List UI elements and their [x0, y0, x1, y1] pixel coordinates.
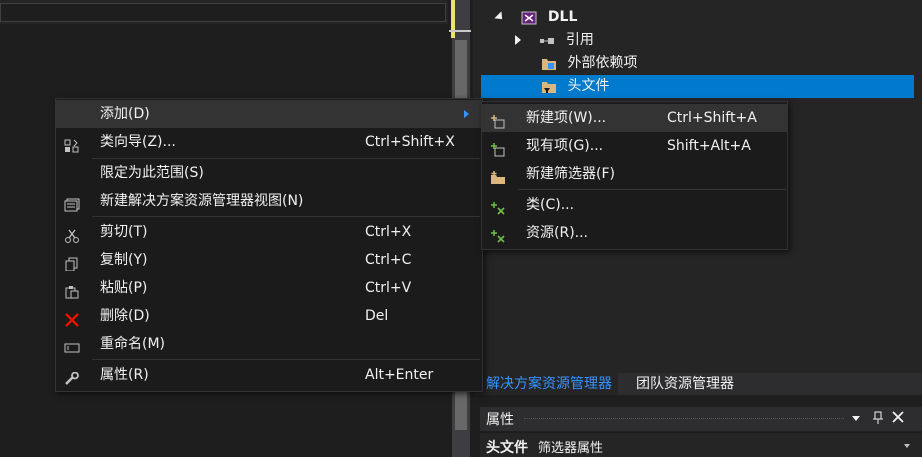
menu-item-shortcut: Del: [365, 308, 389, 324]
submenu-item-class[interactable]: 类(C)...: [482, 191, 787, 219]
menu-item-label: 粘贴(P): [100, 280, 148, 296]
scissors-icon: [64, 225, 80, 243]
menu-item-shortcut: Shift+Alt+A: [667, 138, 751, 154]
filter-folder-icon: [541, 79, 557, 93]
menu-item-label: 类向导(Z)...: [100, 134, 176, 150]
tab-team-explorer[interactable]: 团队资源管理器: [630, 373, 740, 395]
menu-item-copy[interactable]: 复制(Y) Ctrl+C: [56, 246, 482, 274]
menu-item-shortcut: Ctrl+V: [365, 280, 412, 296]
menu-item-label: 重命名(M): [100, 336, 166, 352]
menu-item-shortcut: Ctrl+C: [365, 252, 412, 268]
new-filter-icon: [490, 167, 506, 184]
menu-item-shortcut: Alt+Enter: [365, 367, 434, 383]
context-menu: 添加(D) 类向导(Z)... Ctrl+Shift+X 限定为此范围(S) 新…: [55, 98, 483, 392]
submenu-item-existing-item[interactable]: 现有项(G)... Shift+Alt+A: [482, 132, 787, 160]
caret-marker: [449, 30, 471, 32]
project-icon: [521, 10, 537, 25]
submenu-item-new-item[interactable]: 新建项(W)... Ctrl+Shift+A: [482, 104, 787, 132]
add-class-icon: [490, 198, 506, 215]
pin-icon[interactable]: [872, 411, 884, 429]
menu-item-label: 现有项(G)...: [526, 138, 604, 154]
menu-item-label: 新建筛选器(F): [526, 166, 615, 182]
submenu-item-new-filter[interactable]: 新建筛选器(F): [482, 160, 787, 188]
paste-icon: [64, 281, 80, 299]
menu-item-label: 新建项(W)...: [526, 110, 607, 126]
tree-top-row-clipped: [495, 0, 509, 2]
menu-separator: [92, 216, 480, 217]
tree-item-label: 引用: [565, 32, 594, 48]
tree-item-external-deps[interactable]: 外部依赖项: [541, 52, 637, 75]
change-marker: [451, 0, 455, 38]
add-submenu: 新建项(W)... Ctrl+Shift+A 现有项(G)... Shift+A…: [481, 101, 788, 250]
properties-header: 属性: [480, 407, 922, 431]
menu-separator: [518, 189, 786, 190]
tree-item-label: 头文件: [567, 78, 610, 94]
new-item-icon: [490, 111, 506, 129]
panel-tab-bar: 解决方案资源管理器 团队资源管理器: [480, 373, 922, 395]
tree-item-references[interactable]: 引用: [515, 29, 594, 52]
new-view-icon: [64, 194, 80, 212]
menu-item-paste[interactable]: 粘贴(P) Ctrl+V: [56, 274, 482, 302]
properties-subject-type: 筛选器属性: [538, 441, 604, 456]
copy-icon: [64, 253, 80, 272]
menu-item-shortcut: Ctrl+Shift+X: [365, 134, 455, 150]
add-resource-icon: [490, 226, 506, 243]
menu-item-label: 类(C)...: [526, 197, 575, 213]
menu-item-cut[interactable]: 剪切(T) Ctrl+X: [56, 218, 482, 246]
properties-subject: 头文件: [486, 440, 528, 456]
references-icon: [539, 33, 555, 47]
tree-item-header-files[interactable]: 头文件: [481, 75, 914, 98]
menu-item-scope-to-this[interactable]: 限定为此范围(S): [56, 159, 482, 187]
menu-item-shortcut: Ctrl+Shift+A: [667, 110, 757, 126]
menu-item-label: 资源(R)...: [526, 225, 589, 241]
menu-item-add[interactable]: 添加(D): [56, 100, 482, 128]
close-icon[interactable]: [892, 411, 904, 427]
menu-item-properties[interactable]: 属性(R) Alt+Enter: [56, 361, 482, 389]
tree-item-label: 外部依赖项: [567, 55, 638, 71]
delete-icon: [64, 309, 80, 327]
submenu-item-resource[interactable]: 资源(R)...: [482, 219, 787, 247]
menu-item-delete[interactable]: 删除(D) Del: [56, 302, 482, 330]
project-name: DLL: [547, 9, 578, 25]
folder-icon: [541, 56, 557, 70]
submenu-arrow-icon: [464, 110, 469, 118]
menu-separator: [92, 359, 480, 360]
existing-item-icon: [490, 139, 506, 157]
menu-item-label: 复制(Y): [100, 252, 148, 268]
properties-title: 属性: [486, 412, 514, 428]
menu-item-label: 剪切(T): [100, 224, 148, 240]
expanded-triangle-icon: [494, 11, 506, 23]
class-wizard-icon: [64, 135, 80, 153]
rename-icon: [64, 337, 80, 353]
menu-item-label: 添加(D): [100, 106, 150, 122]
properties-object-selector[interactable]: 头文件 筛选器属性: [480, 433, 922, 457]
menu-item-label: 限定为此范围(S): [100, 165, 204, 181]
menu-item-new-explorer-view[interactable]: 新建解决方案资源管理器视图(N): [56, 187, 482, 215]
menu-item-label: 属性(R): [100, 367, 149, 383]
tab-solution-explorer[interactable]: 解决方案资源管理器: [480, 373, 618, 395]
menu-item-shortcut: Ctrl+X: [365, 224, 412, 240]
collapsed-triangle-icon: [515, 35, 521, 45]
menu-item-rename[interactable]: 重命名(M): [56, 330, 482, 358]
dropdown-arrow-icon[interactable]: [904, 444, 910, 448]
wrench-icon: [64, 368, 80, 385]
tree-item-project[interactable]: DLL: [494, 6, 578, 29]
editor-navigation-dropdown[interactable]: [0, 3, 446, 22]
menu-item-label: 删除(D): [100, 308, 150, 324]
menu-item-label: 新建解决方案资源管理器视图(N): [100, 193, 304, 209]
menu-item-class-wizard[interactable]: 类向导(Z)... Ctrl+Shift+X: [56, 128, 482, 156]
dropdown-arrow-icon[interactable]: [852, 416, 860, 421]
